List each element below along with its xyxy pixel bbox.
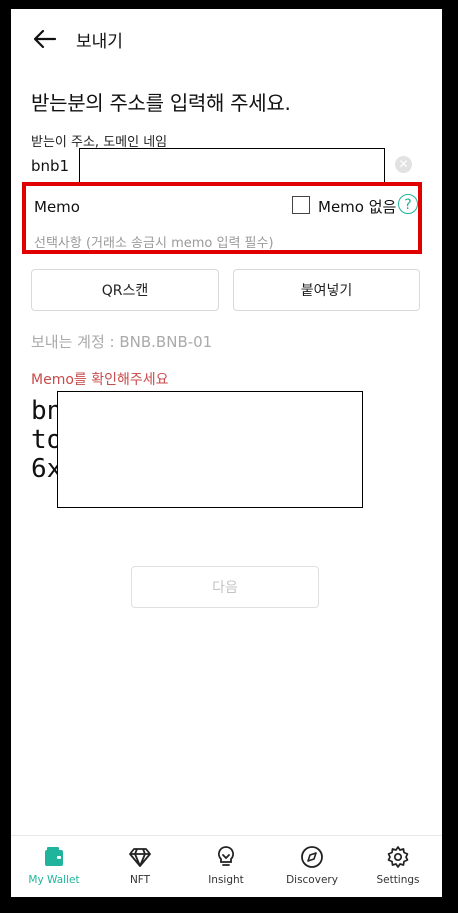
gear-icon <box>387 846 409 868</box>
memo-preview-redaction <box>57 391 363 508</box>
help-icon[interactable]: ? <box>398 194 418 214</box>
address-heading: 받는분의 주소를 입력해 주세요. <box>31 91 291 115</box>
sending-account-label: 보내는 계정 : BNB.BNB-01 <box>31 333 213 351</box>
tab-label: Insight <box>208 874 244 886</box>
memo-warning-text: Memo를 확인해주세요 <box>31 372 169 388</box>
address-input[interactable]: bnb1 . <box>31 148 391 184</box>
compass-icon <box>301 846 323 868</box>
paste-button[interactable]: 붙여넣기 <box>233 269 420 311</box>
no-memo-checkbox[interactable] <box>292 196 310 214</box>
back-arrow-icon[interactable] <box>33 29 57 49</box>
next-button[interactable]: 다음 <box>131 566 319 608</box>
lightbulb-icon <box>218 846 234 866</box>
tab-my-wallet[interactable]: My Wallet <box>11 836 97 897</box>
memo-label: Memo <box>34 198 80 216</box>
send-screen: 보내기 받는분의 주소를 입력해 주세요. 받는이 주소, 도메인 네임 bnb… <box>11 9 442 897</box>
page-title: 보내기 <box>76 32 123 52</box>
address-redaction <box>79 148 385 184</box>
clear-address-icon[interactable]: ✕ <box>395 156 412 173</box>
address-prefix: bnb1 <box>31 157 70 175</box>
no-memo-label[interactable]: Memo 없음 <box>318 196 396 217</box>
wallet-icon <box>45 847 63 866</box>
tab-settings[interactable]: Settings <box>355 836 441 897</box>
tab-label: Discovery <box>286 874 338 886</box>
qr-scan-button[interactable]: QR스캔 <box>31 269 219 311</box>
tab-nft[interactable]: NFT <box>97 836 183 897</box>
tab-insight[interactable]: Insight <box>183 836 269 897</box>
tab-label: Settings <box>376 874 420 886</box>
memo-section: Memo Memo 없음 ? 선택사항 (거래소 송금시 memo 입력 필수) <box>22 182 422 254</box>
memo-input[interactable]: 선택사항 (거래소 송금시 memo 입력 필수) <box>34 232 274 251</box>
tab-label: NFT <box>129 874 151 886</box>
tab-discovery[interactable]: Discovery <box>269 836 355 897</box>
bottom-tab-bar: My Wallet NFT Insight Discovery Settings <box>11 835 442 897</box>
diamond-icon <box>129 848 151 867</box>
tab-label: My Wallet <box>28 874 80 886</box>
